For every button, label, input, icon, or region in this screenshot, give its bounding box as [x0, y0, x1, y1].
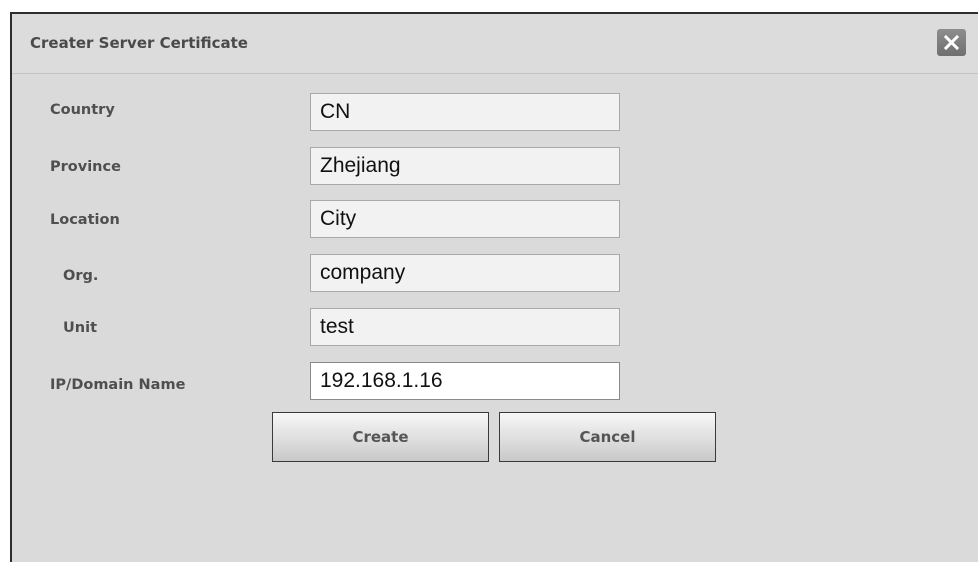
location-label: Location — [50, 212, 120, 228]
province-field[interactable] — [310, 147, 620, 185]
ip-domain-field[interactable] — [310, 362, 620, 400]
country-label: Country — [50, 102, 115, 118]
org-label: Org. — [63, 268, 99, 284]
province-label: Province — [50, 159, 121, 175]
unit-label: Unit — [63, 320, 97, 336]
org-field[interactable] — [310, 254, 620, 292]
ip-domain-label: IP/Domain Name — [50, 377, 186, 393]
cancel-button[interactable]: Cancel — [499, 412, 716, 462]
create-certificate-dialog: Creater Server Certificate Country Provi… — [10, 12, 978, 562]
close-button[interactable] — [937, 29, 966, 56]
create-button[interactable]: Create — [272, 412, 489, 462]
country-field[interactable] — [310, 93, 620, 131]
dialog-title: Creater Server Certificate — [30, 34, 248, 52]
unit-field[interactable] — [310, 308, 620, 346]
location-field[interactable] — [310, 200, 620, 238]
close-icon — [944, 35, 959, 50]
dialog-title-bar: Creater Server Certificate — [12, 14, 978, 74]
